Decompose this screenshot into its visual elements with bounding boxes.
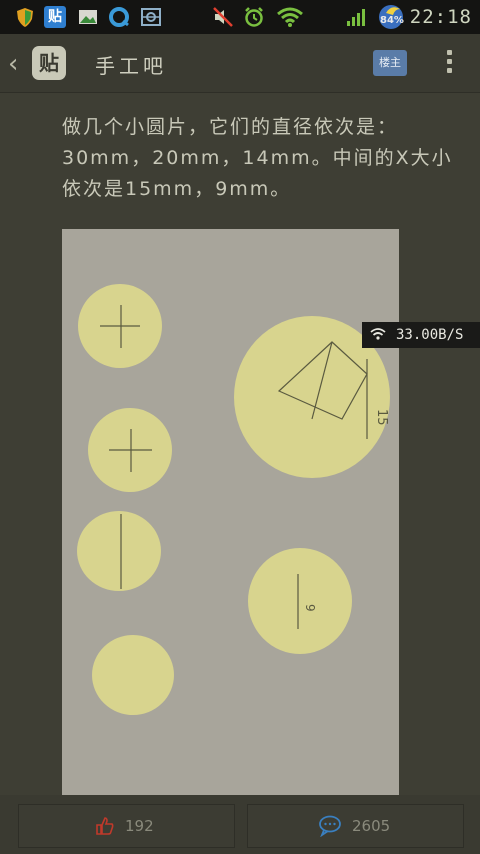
tieba-logo[interactable]: 贴 <box>32 46 66 80</box>
comment-icon <box>319 815 341 837</box>
more-menu-button[interactable] <box>444 50 454 78</box>
photo-content: 15 9 <box>77 284 390 715</box>
paper-circle-small-4 <box>92 635 174 715</box>
battery-percent: 84% <box>380 15 404 26</box>
signal-icon <box>347 9 365 26</box>
like-count: 192 <box>125 817 154 835</box>
like-button[interactable]: 192 <box>18 804 235 848</box>
network-speed-overlay: 33.00B/S <box>362 322 480 348</box>
wifi-small-icon <box>370 328 386 340</box>
back-button[interactable]: ‹ <box>8 49 18 79</box>
bottom-action-bar: 192 2605 <box>0 795 480 854</box>
more-dot-icon <box>446 68 452 73</box>
post-text: 做几个小圆片，它们的直径依次是：30mm，20mm，14mm。中间的X大小依次是… <box>62 116 453 200</box>
more-dot-icon <box>446 50 452 55</box>
qq-browser-icon <box>109 7 129 27</box>
paper-circle-small-3 <box>77 511 161 591</box>
scanner-icon <box>141 8 161 26</box>
only-op-button[interactable]: 楼主 <box>373 50 407 76</box>
status-bar: 贴 84% 22:18 <box>0 0 480 34</box>
more-dot-icon <box>446 59 452 64</box>
thumbs-up-icon <box>96 817 114 835</box>
clock-time: 22:18 <box>409 6 472 28</box>
comment-button[interactable]: 2605 <box>247 804 464 848</box>
forum-name[interactable]: 手工吧 <box>95 50 167 79</box>
shield-icon <box>17 8 33 27</box>
paper-circle-medium <box>248 548 352 654</box>
comment-count: 2605 <box>352 817 391 835</box>
gallery-icon <box>79 10 97 24</box>
network-speed-value: 33.00B/S <box>396 327 464 343</box>
wifi-icon <box>277 7 303 27</box>
annotation-15: 15 <box>374 409 389 426</box>
annotation-9: 9 <box>303 604 317 612</box>
tieba-app-icon: 贴 <box>44 6 66 28</box>
post-photo[interactable]: 15 9 <box>62 229 399 795</box>
title-bar: ‹ 贴 手工吧 楼主 <box>0 34 480 93</box>
mute-icon <box>213 7 233 27</box>
alarm-icon <box>245 7 263 27</box>
